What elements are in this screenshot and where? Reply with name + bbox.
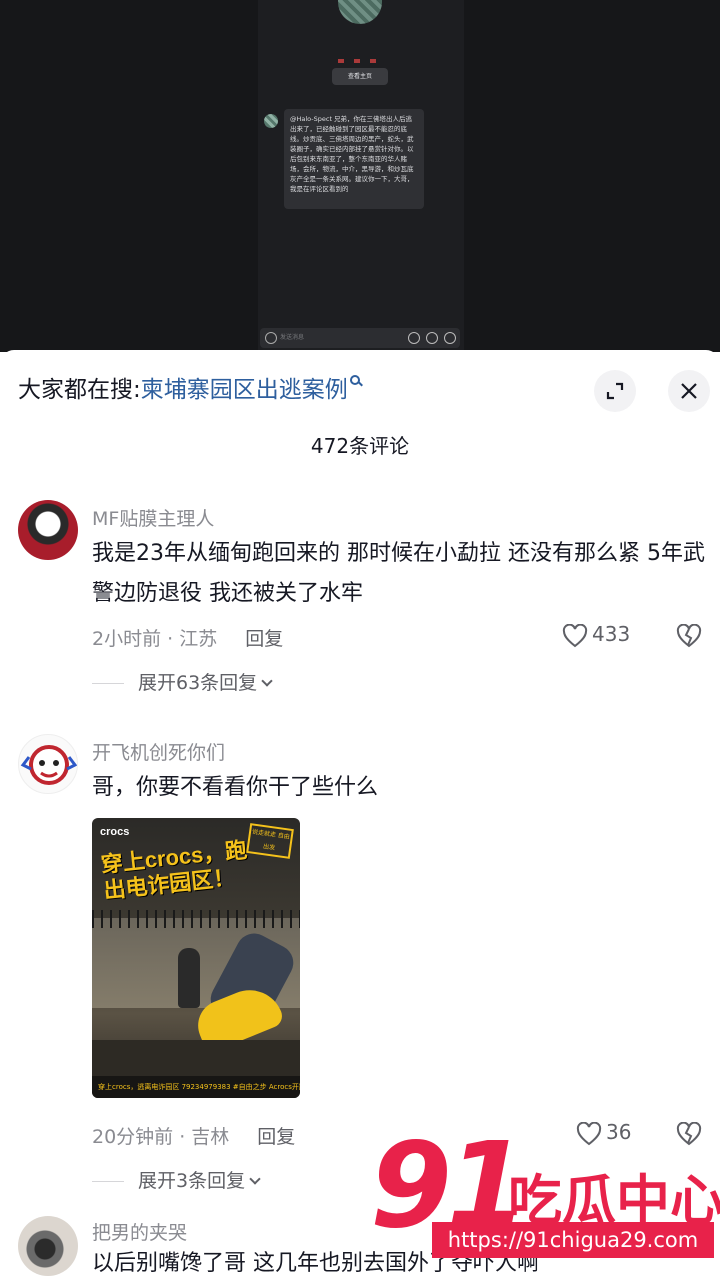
comment-item: 开飞机创死你们 哥，你要不看看你干了些什么 crocs 说走就走 自由出发 穿上… <box>0 728 720 1192</box>
message-input: 发送消息 <box>260 328 460 348</box>
avatar[interactable] <box>18 1216 78 1276</box>
trending-search-link[interactable]: 柬埔寨园区出逃案例 <box>141 377 348 403</box>
avatar-clown-icon <box>20 745 77 785</box>
dislike-icon[interactable] <box>676 624 702 648</box>
expand-panel-button[interactable] <box>594 370 636 412</box>
plus-icon <box>444 332 456 344</box>
expand-replies-label: 展开63条回复 <box>138 672 258 694</box>
poster-brand: crocs <box>100 826 130 838</box>
poster-headline: 穿上crocs，跑出电诈园区！ <box>99 837 249 904</box>
comment-username[interactable]: 把男的夹哭 <box>92 1218 187 1245</box>
trending-search-prefix: 大家都在搜: <box>18 377 141 403</box>
comment-text: 我是23年从缅甸跑回来的 那时候在小勐拉 还没有那么紧 5年武警边防退役 我还被… <box>92 541 705 606</box>
chevron-down-icon <box>261 675 273 687</box>
close-icon <box>681 383 697 399</box>
comment-username[interactable]: 开飞机创死你们 <box>92 738 225 765</box>
chat-message: @Halo-Spect 兄弟，你在三佛塔出人后逃出来了，已经触碰到了园区最不能忍… <box>284 109 424 209</box>
chat-screenshot: 查看主页 @Halo-Spect 兄弟，你在三佛塔出人后逃出来了，已经触碰到了园… <box>258 0 464 352</box>
reply-button[interactable]: 回复 <box>257 1126 295 1148</box>
view-profile-button: 查看主页 <box>332 68 388 85</box>
close-button[interactable] <box>668 370 710 412</box>
divider-line <box>92 683 124 684</box>
expand-replies-label: 展开3条回复 <box>138 1170 246 1192</box>
avatar[interactable] <box>18 500 78 560</box>
poster-runner <box>178 948 200 1008</box>
expand-icon <box>606 382 624 400</box>
message-input-placeholder: 发送消息 <box>280 334 305 341</box>
comment-username[interactable]: MF贴膜主理人 <box>92 504 214 531</box>
expand-replies-button[interactable]: 展开63条回复 <box>92 668 273 695</box>
comment-text: 哥，你要不看看你干了些什么 <box>92 775 379 800</box>
poster-ground <box>92 1040 300 1080</box>
comment-count: 472条评论 <box>310 434 410 458</box>
profile-badges <box>338 48 388 63</box>
voice-icon <box>408 332 420 344</box>
poster-footer: 穿上crocs，逃离电诈园区 79234979383 #自由之步 Acrocs开… <box>92 1076 300 1098</box>
search-icon <box>349 375 360 385</box>
profile-avatar <box>338 0 382 24</box>
watermark-url: https://91chigua29.com <box>432 1222 714 1258</box>
divider-line <box>92 1181 124 1182</box>
like-button[interactable]: 433 <box>562 622 630 648</box>
emoji-icon <box>426 332 438 344</box>
site-watermark: 91 吃瓜中心 https://91chigua29.com <box>370 1126 720 1280</box>
expand-replies-button[interactable]: 展开3条回复 <box>92 1166 261 1193</box>
input-icons <box>402 332 456 352</box>
comment-time-location: 2小时前 · 江苏 <box>92 628 218 650</box>
comment-meta: 2小时前 · 江苏 回复 <box>92 624 283 651</box>
comment-time-location: 20分钟前 · 吉林 <box>92 1126 230 1148</box>
reply-button[interactable]: 回复 <box>245 628 283 650</box>
avatar[interactable] <box>18 734 78 794</box>
comment-item: MF贴膜主理人 我是23年从缅甸跑回来的 那时候在小勐拉 还没有那么紧 5年武警… <box>0 496 720 696</box>
video-background[interactable]: 查看主页 @Halo-Spect 兄弟，你在三佛塔出人后逃出来了，已经触碰到了园… <box>0 0 720 352</box>
comment-image[interactable]: crocs 说走就走 自由出发 穿上crocs，跑出电诈园区！ 穿上crocs，… <box>92 818 300 1098</box>
poster-fence <box>92 910 300 928</box>
chevron-down-icon <box>249 1173 261 1185</box>
like-count: 433 <box>592 622 631 646</box>
message-avatar <box>264 114 278 128</box>
heart-icon <box>562 623 588 647</box>
camera-icon <box>265 332 277 344</box>
trending-search[interactable]: 大家都在搜:柬埔寨园区出逃案例 <box>18 374 360 406</box>
comment-meta: 20分钟前 · 吉林 回复 <box>92 1122 295 1149</box>
